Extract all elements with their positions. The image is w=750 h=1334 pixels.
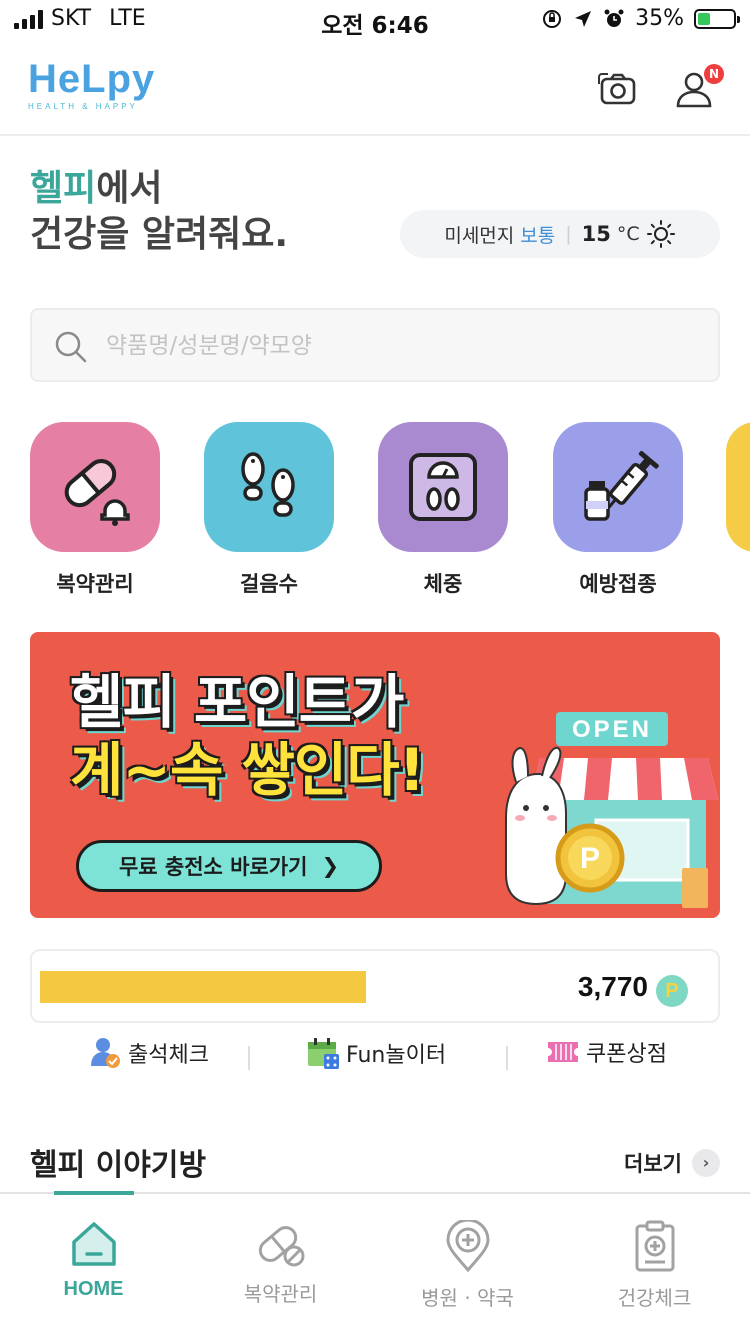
search-icon xyxy=(55,331,87,363)
syringe-icon xyxy=(584,450,659,521)
nav-label: 병원 · 약국 xyxy=(421,1286,514,1310)
active-indicator xyxy=(54,1191,134,1195)
app-header: HeLpy HEALTH & HAPPY N xyxy=(0,40,750,136)
menu-label: 걸음수 xyxy=(240,572,298,596)
hospital-pin-icon xyxy=(445,1218,490,1273)
more-label: 더보기 xyxy=(624,1152,682,1176)
greeting: 헬피에서 건강을 알려줘요. xyxy=(30,166,288,258)
logo-tagline: HEALTH & HAPPY xyxy=(28,102,138,111)
search-input[interactable] xyxy=(106,324,696,368)
menu-label: 예방접종 xyxy=(579,572,657,596)
alarm-icon xyxy=(604,9,624,27)
app-logo[interactable]: HeLpy HEALTH & HAPPY xyxy=(28,57,156,111)
chevron-right-icon: › xyxy=(692,1149,720,1177)
search-box[interactable] xyxy=(30,308,720,382)
banner-button-label: 무료 충전소 바로가기 xyxy=(118,855,308,879)
nav-health-check[interactable]: 건강체크 xyxy=(561,1194,748,1334)
footsteps-icon xyxy=(241,452,295,517)
scale-icon xyxy=(409,453,477,521)
store-mascot-illustration: OPEN P xyxy=(505,712,718,908)
menu-next-peek[interactable] xyxy=(726,422,750,552)
weight-tile xyxy=(378,422,508,552)
menu-medication[interactable]: 복약관리 xyxy=(30,422,160,598)
steps-tile xyxy=(204,422,334,552)
camera-button[interactable] xyxy=(596,68,640,112)
weather-divider: | xyxy=(565,223,572,245)
coin-letter: P xyxy=(580,842,600,875)
more-button[interactable]: 더보기 › xyxy=(624,1148,720,1178)
clipboard-health-icon xyxy=(635,1220,674,1272)
greeting-brand: 헬피 xyxy=(30,168,97,209)
banner-line2: 계~속 쌓인다! xyxy=(70,736,425,804)
quick-link-label: 출석체크 xyxy=(128,1043,209,1068)
points-owner-redacted xyxy=(40,971,366,1003)
profile-button[interactable]: N xyxy=(672,64,724,112)
points-card[interactable]: 3,770 P xyxy=(30,949,720,1023)
quick-link-label: 쿠폰상점 xyxy=(586,1042,667,1067)
camera-icon xyxy=(598,73,636,105)
sun-icon xyxy=(646,220,675,248)
point-coin-icon: P xyxy=(656,975,688,1007)
pill-icon xyxy=(258,1226,304,1267)
temperature-unit: °C xyxy=(616,223,640,245)
medication-tile xyxy=(30,422,160,552)
nav-home[interactable]: HOME xyxy=(0,1191,187,1334)
pill-alarm-icon xyxy=(64,459,130,526)
vaccination-tile xyxy=(553,422,683,552)
status-bar: SKT LTE 오전 6:46 35% xyxy=(0,0,750,40)
nav-hospital-pharmacy[interactable]: 병원 · 약국 xyxy=(374,1194,561,1334)
menu-weight[interactable]: 체중 xyxy=(378,422,508,598)
dust-label: 미세먼지 xyxy=(444,224,515,247)
temperature-value: 15 xyxy=(581,222,611,246)
nav-medication[interactable]: 복약관리 xyxy=(187,1194,374,1334)
nav-label: 복약관리 xyxy=(243,1282,318,1306)
calendar-game-icon xyxy=(308,1038,339,1069)
attendance-icon xyxy=(91,1038,120,1068)
store-sign: OPEN xyxy=(572,716,652,743)
divider xyxy=(248,1046,250,1070)
battery-icon xyxy=(694,8,740,29)
dust-status: 보통 xyxy=(520,224,556,247)
greeting-line1: 에서 xyxy=(96,168,163,209)
menu-label: 복약관리 xyxy=(56,572,134,596)
nav-label: 건강체크 xyxy=(617,1286,692,1310)
chevron-right-icon: ❯ xyxy=(321,854,340,878)
status-right: 35% xyxy=(541,6,740,31)
coupon-icon xyxy=(548,1042,578,1062)
location-icon xyxy=(575,10,592,27)
banner-line1: 헬피 포인트가 xyxy=(70,668,404,736)
rotation-lock-icon xyxy=(543,9,562,28)
bottom-navigation: HOME 복약관리 병원 · 약국 건강체크 xyxy=(0,1191,750,1334)
banner-headline: 헬피 포인트가 계~속 쌓인다! xyxy=(70,668,425,804)
feature-menu: 복약관리 걸음수 체중 예방접종 xyxy=(0,422,750,602)
quick-links: 출석체크 Fun놀이터 쿠폰상점 xyxy=(0,1036,750,1076)
weather-widget[interactable]: 미세먼지 보통 | 15 °C xyxy=(400,210,720,258)
menu-label: 체중 xyxy=(423,572,463,596)
attendance-link[interactable]: 출석체크 xyxy=(90,1036,209,1070)
logo-wordmark: HeLpy xyxy=(28,57,156,101)
points-value: 3,770 xyxy=(577,971,648,1002)
notification-badge: N xyxy=(704,64,724,84)
divider xyxy=(506,1046,508,1070)
nav-label: HOME xyxy=(63,1278,124,1300)
menu-steps[interactable]: 걸음수 xyxy=(204,422,334,598)
quick-link-label: Fun놀이터 xyxy=(346,1043,447,1068)
coupon-shop-link[interactable]: 쿠폰상점 xyxy=(546,1036,667,1068)
menu-vaccination[interactable]: 예방접종 xyxy=(553,422,683,598)
free-charge-button[interactable]: 무료 충전소 바로가기 ❯ xyxy=(76,840,382,892)
home-icon xyxy=(71,1222,116,1266)
promo-banner[interactable]: 헬피 포인트가 계~속 쌓인다! 무료 충전소 바로가기 ❯ OPEN P xyxy=(30,632,720,918)
greeting-line2: 건강을 알려줘요. xyxy=(30,214,289,255)
battery-percent: 35% xyxy=(635,6,684,31)
fun-playground-link[interactable]: Fun놀이터 xyxy=(306,1036,446,1070)
story-section-title: 헬피 이야기방 xyxy=(30,1148,207,1183)
